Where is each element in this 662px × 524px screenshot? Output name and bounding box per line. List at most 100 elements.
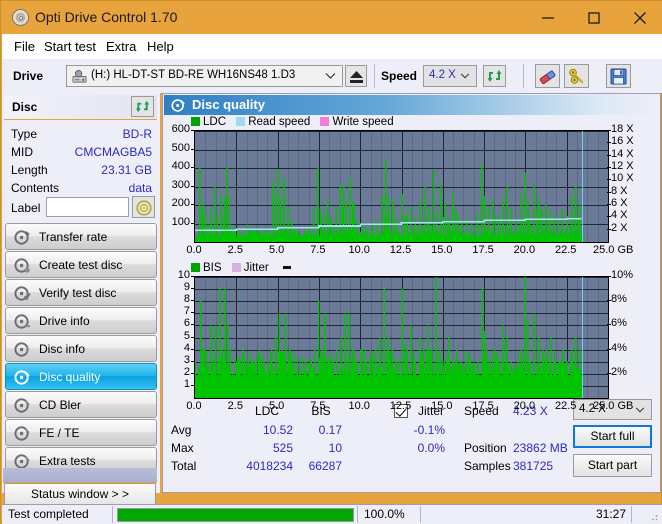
- y2-tick-label: 18 X: [611, 123, 634, 135]
- minimize-button[interactable]: [525, 1, 571, 34]
- disc-contents-label: Contents: [11, 181, 60, 195]
- menu-start-test[interactable]: Start test: [39, 38, 101, 56]
- y-tick-mark: [191, 361, 194, 362]
- tools-icon: [569, 68, 584, 84]
- y-tick-mark: [191, 300, 194, 301]
- y-tick-label: 300: [171, 178, 190, 191]
- sidebar-spacer: [3, 468, 157, 483]
- y2-tick-label: 2 X: [611, 221, 628, 234]
- x-tick-label: 22.5: [554, 400, 577, 412]
- y2-tick-label: 4 X: [611, 209, 628, 222]
- stats-row-label-max: Max: [171, 441, 194, 455]
- chevron-down-icon: [460, 73, 470, 79]
- disc-label-input[interactable]: [46, 197, 129, 217]
- stats-ldc-total: 4018234: [246, 459, 293, 473]
- y-tick-label: 500: [171, 141, 190, 154]
- legend-swatch-ldc: [191, 117, 200, 126]
- disc-type-label: Type: [11, 127, 38, 141]
- save-icon: [610, 68, 627, 85]
- speed-value: 4.2 X: [429, 69, 456, 82]
- y2-tick-mark: [607, 142, 611, 143]
- sidebar-item-label: Verify test disc: [39, 286, 117, 300]
- position-stat-label: Position: [464, 441, 507, 455]
- y2-tick-label: 2%: [611, 365, 627, 378]
- close-button[interactable]: [617, 1, 662, 34]
- menu-file[interactable]: File: [9, 38, 40, 56]
- menu-extra[interactable]: Extra: [101, 38, 141, 56]
- status-divider-1: [112, 506, 113, 523]
- drive-select[interactable]: (H:) HL-DT-ST BD-RE WH16NS48 1.D3: [66, 65, 343, 87]
- sidebar-item-label: Extra tests: [39, 454, 96, 468]
- y2-tick-mark: [607, 216, 611, 217]
- eject-button[interactable]: [345, 65, 367, 87]
- disc-icon: [12, 9, 29, 26]
- y2-tick-mark: [607, 324, 611, 325]
- sidebar-item-verify-test-disc[interactable]: Verify test disc: [5, 279, 157, 306]
- y-tick-mark: [191, 337, 194, 338]
- status-divider-2: [357, 506, 358, 523]
- cd-bler-icon: [14, 398, 30, 413]
- refresh-button[interactable]: [483, 65, 506, 87]
- y-tick-mark: [191, 186, 194, 187]
- drive-value: (H:) HL-DT-ST BD-RE WH16NS48 1.D3: [91, 69, 296, 82]
- start-full-button[interactable]: Start full: [573, 425, 652, 448]
- maximize-button[interactable]: [571, 1, 617, 34]
- y-tick-mark: [191, 373, 194, 374]
- disc-section-title: Disc: [12, 100, 38, 114]
- stats-bis-total: 66287: [308, 459, 342, 473]
- y-tick-label: 7: [183, 305, 190, 318]
- y-tick-label: 400: [171, 160, 190, 172]
- disc-refresh-button[interactable]: [131, 96, 154, 117]
- sidebar-item-disc-quality[interactable]: Disc quality: [5, 363, 157, 390]
- y-tick-mark: [191, 312, 194, 313]
- stats-ldc-max: 525: [272, 441, 293, 455]
- sidebar-item-create-test-disc[interactable]: Create test disc: [5, 251, 157, 278]
- drive-icon: [72, 70, 87, 83]
- y2-tick-label: 16 X: [611, 135, 634, 148]
- sidebar-item-disc-info[interactable]: Disc info: [5, 335, 157, 362]
- menu-help[interactable]: Help: [142, 38, 179, 56]
- y-tick-label: 200: [171, 197, 190, 209]
- save-button[interactable]: [606, 64, 631, 88]
- speed-label: Speed: [381, 69, 418, 83]
- y-tick-label: 10: [177, 269, 190, 281]
- status-window-button[interactable]: Status window > >: [4, 483, 156, 505]
- sidebar-item-fe-te[interactable]: FE / TE: [5, 419, 157, 446]
- y2-tick-label: 12 X: [611, 160, 634, 172]
- disc-mid-value: CMCMAGBA5: [74, 145, 152, 159]
- window-title: Opti Drive Control 1.70: [35, 9, 178, 25]
- legend-swatch-bis: [191, 263, 200, 272]
- tools-button[interactable]: [564, 64, 589, 88]
- ldc-chart[interactable]: [194, 130, 609, 243]
- sidebar-item-cd-bler[interactable]: CD Bler: [5, 391, 157, 418]
- start-part-button[interactable]: Start part: [573, 454, 652, 477]
- bis-chart[interactable]: [194, 276, 609, 399]
- left-panel: Disc Type BD-R MID CMCMAGBA5 Length 23.3…: [2, 93, 160, 493]
- legend-swatch-jitter: [231, 263, 241, 272]
- close-icon: [634, 11, 646, 24]
- disc-label-button[interactable]: [132, 196, 155, 218]
- sidebar-item-drive-info[interactable]: Drive info: [5, 307, 157, 334]
- sidebar-item-label: Drive info: [39, 314, 90, 328]
- y-tick-mark: [191, 349, 194, 350]
- disc-burn-icon: [14, 258, 30, 273]
- y2-tick-mark: [607, 300, 611, 301]
- legend-label-jitter: Jitter: [243, 262, 269, 274]
- panel-header: Disc quality: [164, 95, 660, 115]
- y-tick-mark: [191, 276, 194, 277]
- title-bar: Opti Drive Control 1.70: [1, 1, 662, 34]
- erase-button[interactable]: [535, 64, 560, 88]
- y-tick-label: 100: [171, 215, 190, 228]
- menu-bar: File Start test Extra Help: [2, 34, 662, 59]
- speed-select[interactable]: 4.2 X: [423, 65, 477, 87]
- sidebar-item-transfer-rate[interactable]: Transfer rate: [5, 223, 157, 250]
- sidebar-item-label: CD Bler: [39, 398, 82, 412]
- disc-verify-icon: [14, 286, 31, 301]
- stats-jitter-avg: -0.1%: [413, 423, 445, 437]
- resize-grip-icon[interactable]: [647, 510, 659, 522]
- status-divider-3: [420, 506, 421, 523]
- legend-swatch-read-speed: [236, 117, 246, 126]
- y2-tick-mark: [607, 130, 611, 131]
- chevron-down-icon: [325, 73, 336, 79]
- fe-te-icon: [14, 426, 30, 441]
